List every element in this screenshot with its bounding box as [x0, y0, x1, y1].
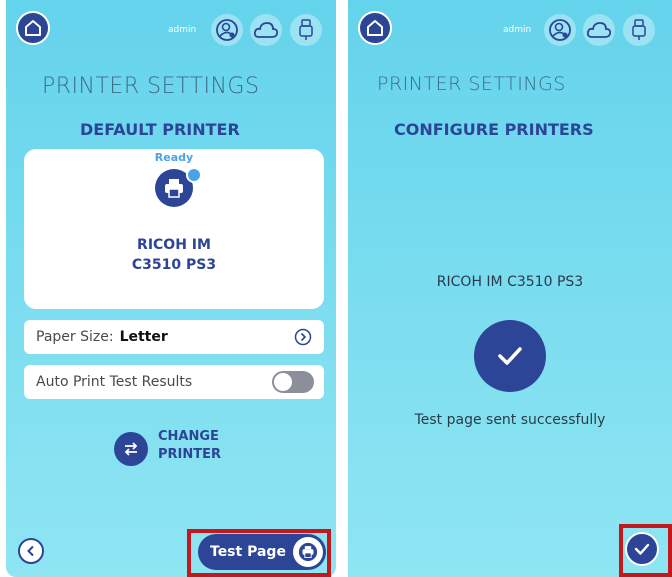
- usb-icon: [632, 19, 646, 40]
- auto-print-toggle[interactable]: [272, 371, 314, 393]
- swap-icon-circle: [114, 432, 148, 466]
- cloud-button[interactable]: [583, 14, 615, 46]
- page-title: PRINTER SETTINGS: [377, 73, 566, 95]
- paper-size-value: Letter: [119, 329, 168, 345]
- confirm-highlight: [619, 524, 672, 577]
- section-title: CONFIGURE PRINTERS: [394, 120, 594, 139]
- home-icon: [367, 20, 383, 36]
- change-printer-line1: CHANGE: [158, 429, 219, 444]
- chevron-right-icon[interactable]: [294, 328, 312, 346]
- printer-name-line1: RICOH IM: [137, 237, 211, 253]
- user-gear-icon: [549, 19, 571, 41]
- admin-label: admin: [503, 25, 532, 35]
- success-badge: [474, 320, 546, 392]
- configure-printers-panel: admin PRINTER SETTINGS CONFIGURE PRINTER…: [348, 0, 672, 577]
- auto-print-row: Auto Print Test Results: [24, 365, 324, 399]
- user-settings-button[interactable]: [211, 14, 243, 46]
- admin-label: admin: [168, 25, 197, 35]
- auto-print-label: Auto Print Test Results: [36, 374, 193, 390]
- home-icon: [25, 20, 41, 36]
- chevron-left-icon: [27, 545, 34, 557]
- printer-settings-panel: admin PRINTER SETTINGS DEFAULT PRINTER R…: [6, 0, 336, 577]
- paper-size-row[interactable]: Paper Size: Letter: [24, 320, 324, 354]
- printer-icon: [165, 179, 183, 198]
- printer-name: RICOH IM C3510 PS3: [24, 235, 324, 275]
- checkmark-icon: [498, 347, 522, 365]
- user-gear-icon: [216, 19, 238, 41]
- default-printer-card[interactable]: Ready RICOH IM C3510 PS3: [24, 149, 324, 309]
- cloud-icon: [253, 22, 279, 38]
- home-button[interactable]: [358, 11, 392, 45]
- page-title: PRINTER SETTINGS: [42, 74, 260, 99]
- back-button[interactable]: [18, 538, 44, 564]
- status-message: Test page sent successfully: [414, 412, 606, 428]
- usb-button[interactable]: [623, 14, 655, 46]
- change-printer-label: CHANGE PRINTER: [158, 428, 221, 464]
- printer-name: RICOH IM C3510 PS3: [436, 274, 584, 290]
- section-title: DEFAULT PRINTER: [80, 120, 240, 139]
- swap-icon: [124, 442, 138, 456]
- printer-name-line2: C3510 PS3: [131, 257, 217, 273]
- test-page-highlight: [187, 529, 331, 577]
- cloud-button[interactable]: [250, 14, 282, 46]
- change-printer-line2: PRINTER: [158, 447, 222, 462]
- paper-size-label: Paper Size:: [36, 329, 114, 345]
- printer-status-label: Ready: [154, 151, 194, 164]
- usb-button[interactable]: [290, 14, 322, 46]
- cloud-icon: [586, 22, 612, 38]
- status-dot: [186, 167, 202, 183]
- change-printer-button[interactable]: CHANGE PRINTER: [114, 428, 244, 468]
- user-settings-button[interactable]: [544, 14, 576, 46]
- usb-icon: [299, 19, 313, 40]
- home-button[interactable]: [16, 11, 50, 45]
